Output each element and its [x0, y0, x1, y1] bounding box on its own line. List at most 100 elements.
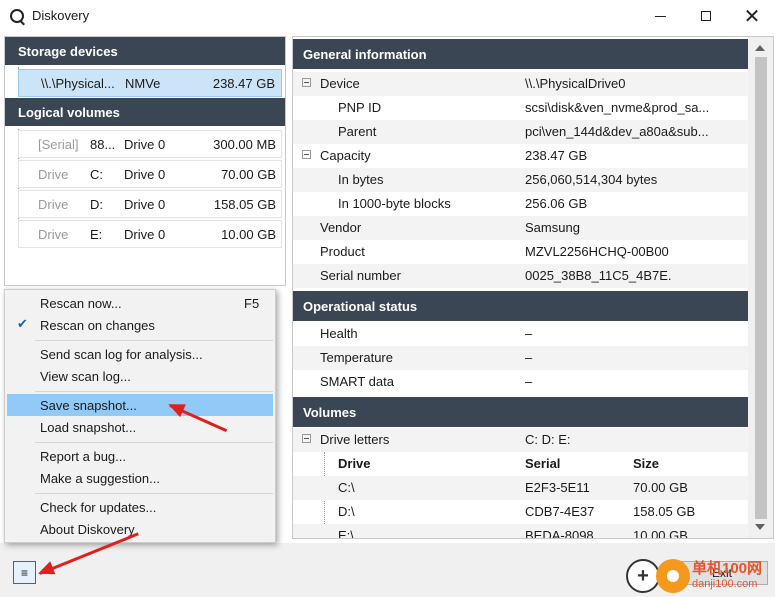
menu-item-shortcut: F5 — [244, 296, 260, 311]
logical-volume-row[interactable]: [Serial] 88... Drive 0 300.00 MB — [18, 130, 282, 158]
volume-size: 10.00 GB — [221, 226, 276, 242]
watermark-logo-icon — [656, 559, 690, 593]
property-value: Samsung — [525, 220, 580, 235]
volume-size: 158.05 GB — [213, 196, 276, 212]
collapse-icon[interactable] — [302, 150, 311, 159]
vertical-scrollbar[interactable] — [748, 37, 773, 538]
menu-item-save-snapshot[interactable]: Save snapshot... — [7, 394, 273, 416]
volume-size-cell: 70.00 GB — [633, 480, 688, 495]
title-bar: Diskovery ✕ — [0, 0, 775, 32]
property-row[interactable]: Temperature – — [293, 346, 749, 370]
collapse-icon[interactable] — [302, 434, 311, 443]
property-row[interactable]: Health – — [293, 322, 749, 346]
hamburger-icon: ≡ — [20, 565, 28, 580]
scroll-thumb[interactable] — [755, 57, 767, 519]
menu-item-label: Rescan on changes — [40, 318, 155, 333]
property-value: scsi\disk&ven_nvme&prod_sa... — [525, 100, 710, 115]
storage-device-size: 238.47 GB — [212, 75, 275, 91]
property-value: 0025_38B8_11C5_4B7E. — [525, 268, 672, 283]
menu-item-label: About Diskovery — [40, 522, 135, 537]
scroll-down-icon[interactable] — [755, 524, 765, 530]
property-value: – — [525, 374, 533, 389]
property-key: Temperature — [320, 350, 393, 365]
menu-separator — [35, 340, 273, 341]
property-key: In bytes — [338, 172, 384, 187]
menu-button[interactable]: ≡ — [13, 561, 36, 584]
volume-size-cell: 10.00 GB — [633, 528, 688, 539]
property-key: Drive letters — [320, 432, 390, 447]
logical-volume-row[interactable]: Drive C: Drive 0 70.00 GB — [18, 160, 282, 188]
storage-device-name: \\.\Physical... — [41, 75, 115, 91]
logical-volume-row[interactable]: Drive D: Drive 0 158.05 GB — [18, 190, 282, 218]
property-row[interactable]: Vendor Samsung — [293, 216, 749, 240]
property-row[interactable]: Device \\.\PhysicalDrive0 — [293, 72, 749, 96]
scroll-up-icon[interactable] — [755, 45, 765, 51]
menu-item-make-suggestion[interactable]: Make a suggestion... — [7, 467, 273, 489]
property-row[interactable]: In 1000-byte blocks 256.06 GB — [293, 192, 749, 216]
volume-kind: Drive — [38, 196, 69, 212]
minimize-button[interactable] — [637, 0, 683, 32]
property-value: C: D: E: — [525, 432, 571, 447]
property-row[interactable]: Parent pci\ven_144d&dev_a80a&sub... — [293, 120, 749, 144]
volume-drive: Drive 0 — [124, 196, 166, 212]
menu-item-view-scan-log[interactable]: View scan log... — [7, 365, 273, 387]
close-icon: ✕ — [743, 5, 761, 28]
volumes-table-header: Drive Serial Size — [293, 452, 749, 476]
window-title: Diskovery — [32, 8, 90, 23]
volume-drive: Drive 0 — [124, 136, 166, 152]
menu-item-load-snapshot[interactable]: Load snapshot... — [7, 416, 273, 438]
property-row[interactable]: SMART data – — [293, 370, 749, 394]
volume-letter: 88... — [90, 136, 116, 152]
volume-kind: Drive — [38, 166, 69, 182]
details-panel: General information Device \\.\PhysicalD… — [292, 36, 774, 539]
menu-separator — [35, 442, 273, 443]
property-key: Health — [320, 326, 358, 341]
collapse-icon[interactable] — [302, 78, 311, 87]
menu-item-check-updates[interactable]: Check for updates... — [7, 496, 273, 518]
logical-volume-row[interactable]: Drive E: Drive 0 10.00 GB — [18, 220, 282, 248]
property-row[interactable]: PNP ID scsi\disk&ven_nvme&prod_sa... — [293, 96, 749, 120]
property-row[interactable]: Capacity 238.47 GB — [293, 144, 749, 168]
volume-serial-cell: BEDA-8098 — [525, 528, 594, 539]
menu-item-send-scan-log[interactable]: Send scan log for analysis... — [7, 343, 273, 365]
app-logo-icon — [10, 9, 24, 23]
property-row[interactable]: In bytes 256,060,514,304 bytes — [293, 168, 749, 192]
property-row[interactable]: Drive letters C: D: E: — [293, 428, 749, 452]
column-header-drive: Drive — [338, 456, 371, 471]
table-row[interactable]: C:\ E2F3-5E11 70.00 GB — [293, 476, 749, 500]
property-key: PNP ID — [338, 100, 382, 115]
maximize-button[interactable] — [683, 0, 729, 32]
storage-device-type: NMVe — [125, 75, 161, 91]
storage-device-row[interactable]: \\.\Physical... NMVe 238.47 GB — [18, 69, 282, 97]
menu-item-label: Rescan now... — [40, 296, 122, 311]
menu-item-rescan-now[interactable]: Rescan now... F5 — [7, 292, 273, 314]
property-value: – — [525, 326, 533, 341]
property-value: 256,060,514,304 bytes — [525, 172, 658, 187]
volume-drive-cell: D:\ — [338, 504, 355, 519]
volume-drive: Drive 0 — [124, 226, 166, 242]
close-button[interactable]: ✕ — [729, 0, 775, 32]
menu-item-about[interactable]: About Diskovery — [7, 518, 273, 540]
property-value: MZVL2256HCHQ-00B00 — [525, 244, 669, 259]
volume-size: 70.00 GB — [221, 166, 276, 182]
watermark: + 单机100网 danji100.com — [626, 557, 774, 595]
property-row[interactable]: Product MZVL2256HCHQ-00B00 — [293, 240, 749, 264]
column-header-size: Size — [633, 456, 660, 471]
table-row[interactable]: D:\ CDB7-4E37 158.05 GB — [293, 500, 749, 524]
volume-letter: E: — [90, 226, 103, 242]
volume-size-cell: 158.05 GB — [633, 504, 696, 519]
table-row[interactable]: E:\ BEDA-8098 10.00 GB — [293, 524, 749, 539]
menu-item-label: Save snapshot... — [40, 398, 137, 413]
property-value: – — [525, 350, 533, 365]
property-row[interactable]: Serial number 0025_38B8_11C5_4B7E. — [293, 264, 749, 288]
menu-item-label: Report a bug... — [40, 449, 126, 464]
menu-item-report-bug[interactable]: Report a bug... — [7, 445, 273, 467]
devices-panel: Storage devices \\.\Physical... NMVe 238… — [4, 36, 286, 286]
storage-devices-header: Storage devices — [5, 37, 285, 65]
menu-item-label: Make a suggestion... — [40, 471, 160, 486]
menu-separator — [35, 493, 273, 494]
menu-item-label: Load snapshot... — [40, 420, 137, 435]
menu-item-label: Send scan log for analysis... — [40, 347, 203, 362]
context-menu: Rescan now... F5 ✔ Rescan on changes Sen… — [4, 289, 276, 543]
menu-item-rescan-on-changes[interactable]: ✔ Rescan on changes — [7, 314, 273, 336]
